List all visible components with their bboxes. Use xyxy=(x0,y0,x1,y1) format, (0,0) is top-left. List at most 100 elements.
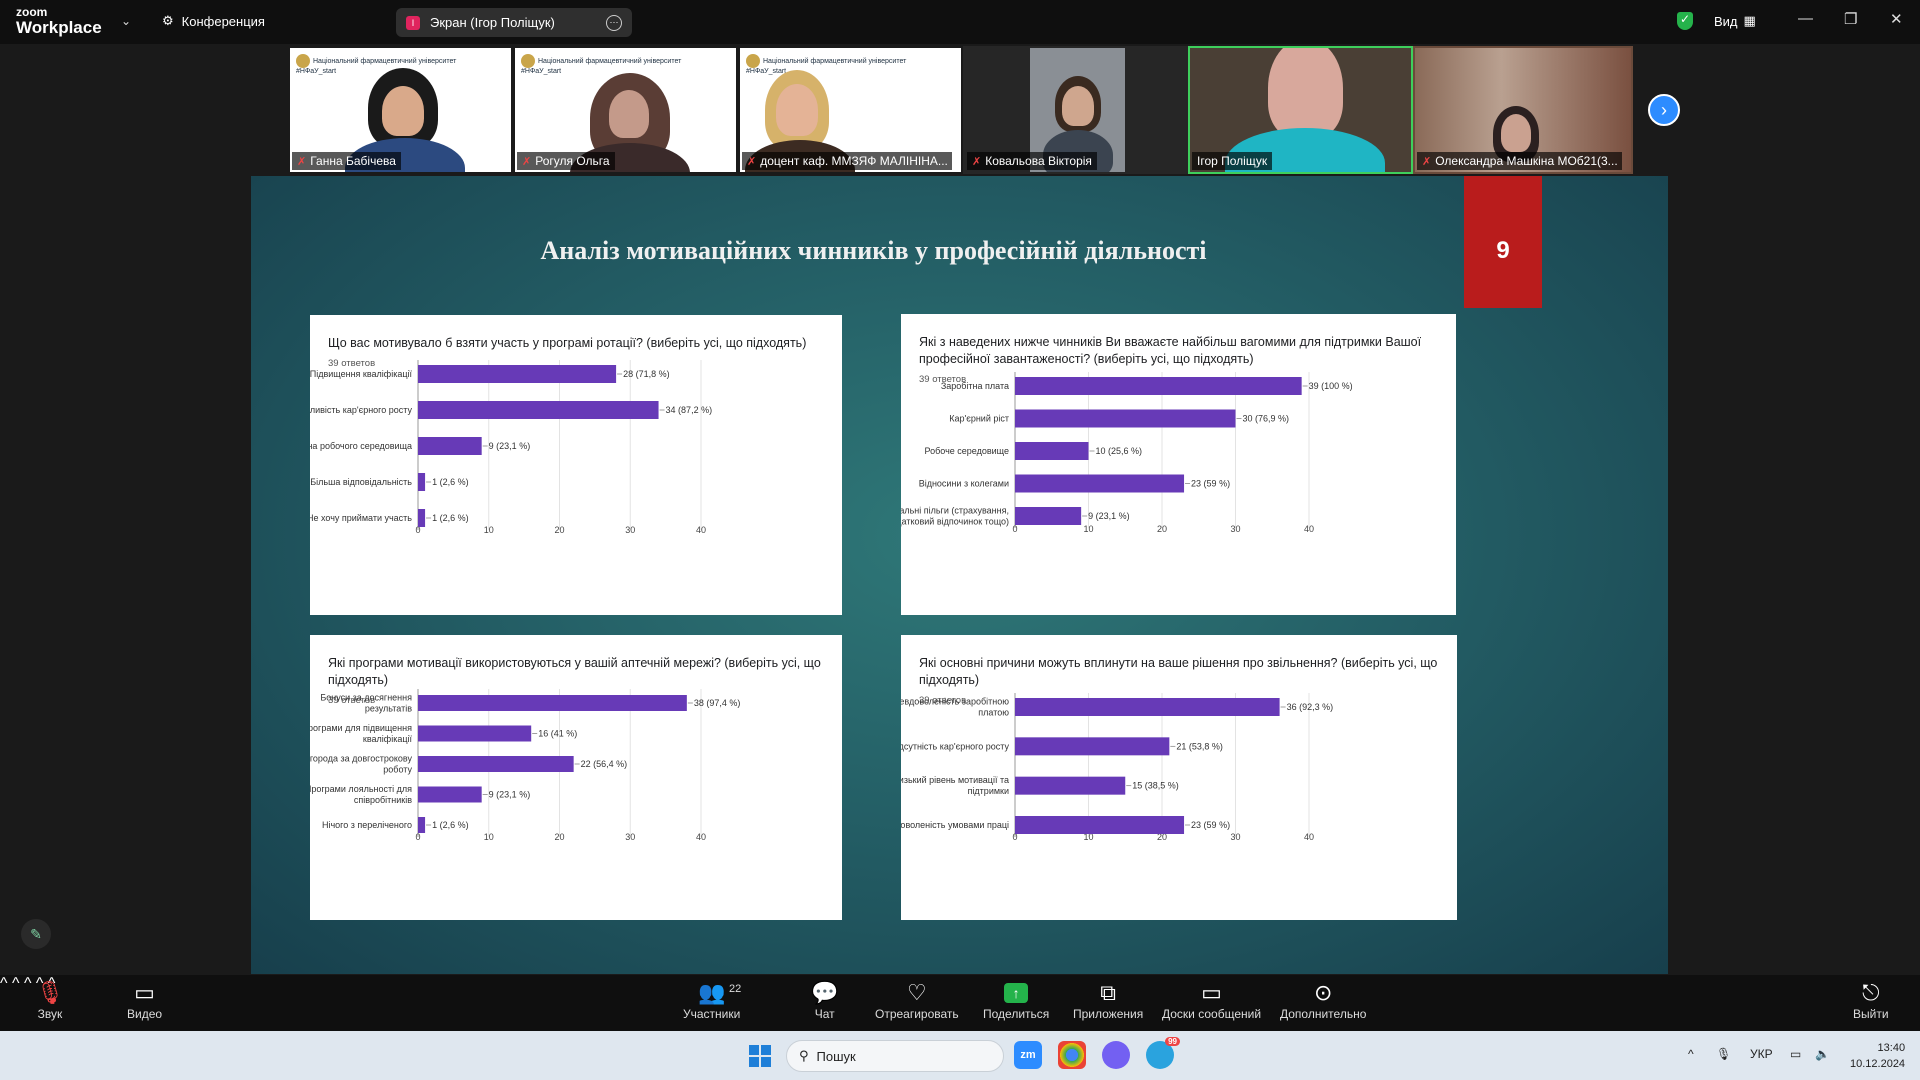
category-label: Зміна робочого середовища xyxy=(310,441,412,451)
more-button[interactable]: ⊙ Дополнительно xyxy=(1280,979,1366,1021)
bar xyxy=(1015,737,1170,756)
keyboard-language[interactable]: УКР xyxy=(1750,1047,1773,1061)
apps-button[interactable]: ⧉ Приложения xyxy=(1073,979,1143,1021)
category-label: Кар'єрний ріст xyxy=(949,414,1009,424)
react-button[interactable]: ♡ Отреагировать xyxy=(875,979,959,1021)
network-icon[interactable]: ▭ xyxy=(1790,1047,1801,1061)
axis-tick-label: 0 xyxy=(1012,524,1017,534)
more-icon[interactable]: ··· xyxy=(606,14,622,31)
chevron-down-icon[interactable]: ⌄ xyxy=(121,14,131,28)
data-label: 9 (23,1 %) xyxy=(489,790,531,800)
axis-tick-label: 30 xyxy=(625,832,635,842)
thumbnail-active-speaker[interactable]: Ігор Поліщук xyxy=(1188,46,1413,174)
participants-caret-icon[interactable]: ^ xyxy=(24,975,32,992)
share-badge: I xyxy=(406,15,420,30)
audio-options-caret-icon[interactable]: ^ xyxy=(0,975,8,992)
minimize-icon[interactable]: — xyxy=(1798,10,1813,27)
volume-icon[interactable]: 🔈 xyxy=(1815,1047,1830,1061)
clock-date: 10.12.2024 xyxy=(1850,1058,1906,1070)
university-banner: Національний фармацевтичний університет #… xyxy=(296,54,456,76)
camera-icon: ▭ xyxy=(134,980,155,1005)
bar-chart: 0 10 20 30 40 38 (97,4 %) Бонуси за досягнення… xyxy=(310,689,741,842)
tray-overflow-icon[interactable]: ^ xyxy=(1688,1047,1694,1061)
share-title: Экран (Ігор Поліщук) xyxy=(430,15,555,30)
category-label: Невдоволеність умовами праці xyxy=(901,820,1009,830)
annotate-pen-icon[interactable]: ✎ xyxy=(21,919,51,949)
windows-taskbar: ⚲ Пошук zm 99 ^ 🎙 УКР ▭ 🔈 13:40 10.12.20… xyxy=(0,1031,1920,1080)
chat-button[interactable]: 💬 Чат xyxy=(811,979,838,1021)
logo-line1: zoom xyxy=(16,5,48,19)
bar xyxy=(1015,442,1089,460)
video-button[interactable]: ▭ Видео xyxy=(127,979,162,1021)
bar xyxy=(1015,507,1082,525)
category-label: Відносини з колегами xyxy=(919,479,1009,489)
category-label: Підвищення кваліфікації xyxy=(310,369,412,379)
zoom-app-icon[interactable]: zm xyxy=(1014,1041,1042,1069)
bar xyxy=(1015,409,1236,428)
category-label: Відсутність кар'єрного росту xyxy=(901,741,1009,751)
bar-chart: 0 10 20 30 4028 (71,8 %)Підвищення кваліфіка… xyxy=(310,360,712,535)
zoom-logo[interactable]: zoom Workplace xyxy=(16,6,102,36)
bar xyxy=(418,756,574,772)
telegram-app-icon[interactable]: 99 xyxy=(1146,1037,1180,1069)
video-thumbnails: Національний фармацевтичний університет #… xyxy=(288,46,1633,174)
data-label: 36 (92,3 %) xyxy=(1287,702,1334,712)
thumbnail-participant[interactable]: Національний фармацевтичний університет #… xyxy=(288,46,513,174)
chevron-right-icon: › xyxy=(1661,99,1667,120)
next-page-button[interactable]: › xyxy=(1648,94,1680,126)
meeting-icon: ⚙ xyxy=(162,13,174,28)
axis-tick-label: 20 xyxy=(554,832,564,842)
university-seal-icon xyxy=(521,54,535,68)
share-indicator[interactable]: I Экран (Ігор Поліщук) ··· xyxy=(396,8,632,37)
close-icon[interactable]: ✕ xyxy=(1890,10,1903,28)
react-label: Отреагировать xyxy=(875,1007,959,1021)
more-label: Дополнительно xyxy=(1280,1007,1367,1021)
chrome-app-icon[interactable] xyxy=(1058,1041,1086,1069)
thumbnail-participant[interactable]: ✗ Олександра Машкіна МОб21(3... xyxy=(1413,46,1633,174)
view-button[interactable]: Вид ▦ xyxy=(1714,13,1756,29)
data-label: 23 (59 %) xyxy=(1191,820,1230,830)
video-options-caret-icon[interactable]: ^ xyxy=(12,975,20,992)
axis-tick-label: 30 xyxy=(1230,832,1240,842)
thumbnail-participant[interactable]: Національний фармацевтичний університет #… xyxy=(738,46,963,174)
mic-muted-icon: 🎙 xyxy=(36,980,64,1005)
conference-button[interactable]: ⚙ Конференция xyxy=(162,13,265,29)
thumbnail-participant[interactable]: Національний фармацевтичний університет #… xyxy=(513,46,738,174)
participant-name: ✗ Ковальова Вікторія xyxy=(967,152,1097,170)
category-label: додатковий відпочинок тощо) xyxy=(901,517,1009,527)
category-label: платою xyxy=(978,708,1009,718)
security-shield-icon[interactable] xyxy=(1677,12,1693,30)
audio-label: Звук xyxy=(37,1007,63,1021)
windows-start-icon[interactable] xyxy=(749,1045,771,1067)
leave-button[interactable]: ⎋ Выйти xyxy=(1853,979,1889,1021)
thumbnail-participant[interactable]: ✗ Ковальова Вікторія xyxy=(963,46,1188,174)
view-label: Вид xyxy=(1714,13,1738,29)
chart-card: Які з наведених нижче чинників Ви вважає… xyxy=(901,314,1456,615)
university-seal-icon xyxy=(296,54,310,68)
axis-tick-label: 30 xyxy=(1230,524,1240,534)
microphone-icon[interactable]: 🎙 xyxy=(1716,1047,1731,1061)
axis-tick-label: 0 xyxy=(415,832,420,842)
category-label: Бонуси за досягнення xyxy=(320,693,412,703)
axis-tick-label: 10 xyxy=(484,525,494,535)
axis-tick-label: 40 xyxy=(696,525,706,535)
audio-button[interactable]: 🎙 Звук xyxy=(36,979,64,1021)
category-label: Більша відповідальність xyxy=(310,477,412,487)
taskbar-search[interactable]: ⚲ Пошук xyxy=(786,1040,1004,1072)
data-label: 9 (23,1 %) xyxy=(489,441,531,451)
share-screen-icon: ↑ xyxy=(1004,983,1029,1003)
share-screen-button[interactable]: ↑ Поделиться xyxy=(983,979,1049,1021)
data-label: 38 (97,4 %) xyxy=(694,698,741,708)
bar xyxy=(418,365,617,383)
system-clock[interactable]: 13:40 10.12.2024 xyxy=(1850,1040,1905,1072)
search-icon: ⚲ xyxy=(799,1048,809,1063)
restore-icon[interactable]: ❐ xyxy=(1844,10,1857,28)
bar xyxy=(418,473,426,491)
category-label: результатів xyxy=(365,704,412,714)
category-label: Програми для підвищення xyxy=(310,723,412,733)
category-label: Невдоволеність заробітною xyxy=(901,697,1009,707)
viber-app-icon[interactable] xyxy=(1102,1041,1130,1069)
axis-tick-label: 10 xyxy=(484,832,494,842)
heart-icon: ♡ xyxy=(906,980,927,1005)
whiteboards-button[interactable]: ▭ Доски сообщений xyxy=(1162,979,1261,1021)
